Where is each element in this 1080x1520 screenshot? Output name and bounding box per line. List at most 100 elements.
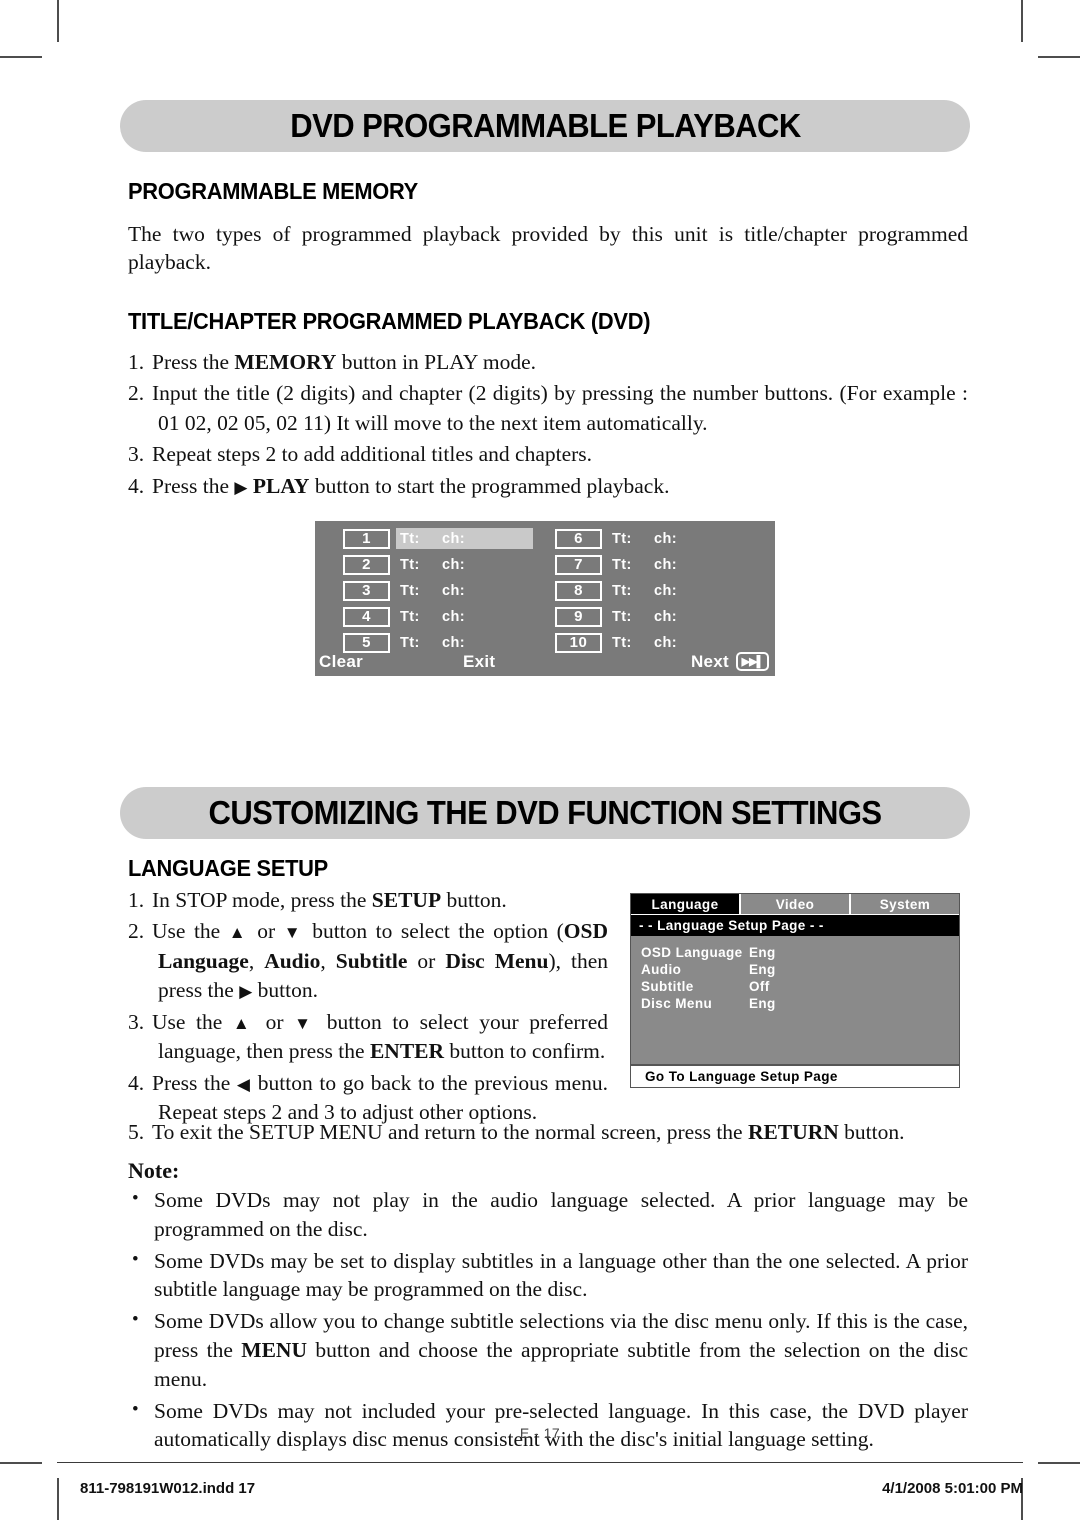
language-setup-osd: Language Video System - - Language Setup… bbox=[630, 893, 960, 1088]
program-column-left: 1 Tt: ch: 2 Tt: ch: 3 Tt: ch: 4 Tt: ch: … bbox=[315, 526, 545, 656]
chapter-field-label: ch: bbox=[442, 530, 465, 547]
program-slot-number: 2 bbox=[343, 554, 390, 575]
crop-mark-top-right-horizontal bbox=[1038, 56, 1080, 58]
step-item: 2. Input the title (2 digits) and chapter… bbox=[128, 379, 968, 438]
exit-button[interactable]: Exit bbox=[463, 652, 495, 672]
program-slot-number: 10 bbox=[555, 632, 602, 653]
setting-row-subtitle[interactable]: Subtitle Off bbox=[631, 978, 959, 995]
program-slot-fields: Tt: ch: bbox=[608, 606, 775, 627]
step5-list: 5. To exit the SETUP MENU and return to t… bbox=[128, 1118, 968, 1149]
program-row[interactable]: 4 Tt: ch: bbox=[315, 604, 545, 629]
title-field-label: Tt: bbox=[400, 556, 420, 573]
osd-tab-bar: Language Video System bbox=[631, 894, 959, 915]
skip-forward-icon[interactable]: ▶▶▌ bbox=[736, 652, 769, 671]
setting-value: Eng bbox=[749, 945, 776, 960]
footer-divider bbox=[57, 1462, 1023, 1463]
steps-list-title-chapter: 1. Press the MEMORY button in PLAY mode. … bbox=[128, 348, 968, 503]
step-number: 1. bbox=[128, 350, 145, 374]
note-item: Some DVDs may be set to display subtitle… bbox=[128, 1247, 968, 1305]
program-osd-footer: Clear Exit Next ▶▶▌ bbox=[315, 652, 775, 674]
tab-system[interactable]: System bbox=[851, 894, 959, 914]
program-slot-fields: Tt: ch: bbox=[396, 606, 545, 627]
title-field-label: Tt: bbox=[612, 608, 632, 625]
program-table-osd: 1 Tt: ch: 2 Tt: ch: 3 Tt: ch: 4 Tt: ch: … bbox=[315, 521, 775, 676]
program-row[interactable]: 8 Tt: ch: bbox=[545, 578, 775, 603]
program-slot-number: 8 bbox=[555, 580, 602, 601]
title-field-label: Tt: bbox=[400, 634, 420, 651]
program-row[interactable]: 6 Tt: ch: bbox=[545, 526, 775, 551]
heading-programmable-memory: PROGRAMMABLE MEMORY bbox=[128, 178, 418, 204]
step-text: To exit the SETUP MENU and return to the… bbox=[152, 1120, 905, 1144]
crop-mark-top-left-vertical bbox=[57, 0, 59, 42]
step-item: 5. To exit the SETUP MENU and return to t… bbox=[128, 1118, 968, 1147]
setting-label: Subtitle bbox=[641, 979, 694, 994]
osd-settings-body: OSD Language Eng Audio Eng Subtitle Off … bbox=[631, 936, 959, 1064]
next-button[interactable]: Next bbox=[691, 652, 729, 672]
title-field-label: Tt: bbox=[612, 634, 632, 651]
chapter-field-label: ch: bbox=[654, 556, 677, 573]
title-field-label: Tt: bbox=[612, 582, 632, 599]
setting-row-disc-menu[interactable]: Disc Menu Eng bbox=[631, 995, 959, 1012]
step-number: 3. bbox=[128, 1009, 145, 1034]
setting-value: Eng bbox=[749, 996, 776, 1011]
banner-title: DVD PROGRAMMABLE PLAYBACK bbox=[289, 107, 801, 144]
tab-language[interactable]: Language bbox=[631, 894, 741, 914]
step-number: 3. bbox=[128, 442, 145, 467]
step-item: 3. Use the ▲ or ▼ button to select your p… bbox=[128, 1008, 608, 1067]
print-footer: 811-798191W012.indd 17 4/1/2008 5:01:00 … bbox=[80, 1480, 1023, 1497]
step-item: 2. Use the ▲ or ▼ button to select the op… bbox=[128, 917, 608, 1005]
crop-mark-bottom-right-horizontal bbox=[1038, 1462, 1080, 1464]
notes-bullet-list: Some DVDs may not play in the audio lang… bbox=[128, 1186, 968, 1457]
program-slot-fields: Tt: ch: bbox=[608, 528, 775, 549]
program-slot-number: 9 bbox=[555, 606, 602, 627]
title-field-label: Tt: bbox=[400, 608, 420, 625]
paragraph-programmable-memory: The two types of programmed playback pro… bbox=[128, 222, 968, 275]
setting-row-audio[interactable]: Audio Eng bbox=[631, 961, 959, 978]
page-content: DVD PROGRAMMABLE PLAYBACK PROGRAMMABLE M… bbox=[120, 0, 970, 1520]
step-number: 5. bbox=[128, 1120, 145, 1144]
step-text: Repeat steps 2 to add additional titles … bbox=[152, 442, 593, 467]
chapter-field-label: ch: bbox=[654, 582, 677, 599]
page-number: E - 17 bbox=[519, 1425, 561, 1441]
chapter-field-label: ch: bbox=[442, 634, 465, 651]
setting-value: Eng bbox=[749, 962, 776, 977]
program-column-right: 6 Tt: ch: 7 Tt: ch: 8 Tt: ch: 9 Tt: ch: … bbox=[545, 526, 775, 656]
crop-mark-bottom-left-vertical bbox=[57, 1478, 59, 1520]
program-row[interactable]: 3 Tt: ch: bbox=[315, 578, 545, 603]
tab-video[interactable]: Video bbox=[741, 894, 851, 914]
chapter-field-label: ch: bbox=[442, 556, 465, 573]
clear-button[interactable]: Clear bbox=[319, 652, 363, 672]
setting-row-osd-language[interactable]: OSD Language Eng bbox=[631, 944, 959, 961]
program-slot-fields: Tt: ch: bbox=[608, 632, 775, 653]
heading-language-setup: LANGUAGE SETUP bbox=[128, 855, 328, 881]
steps-list-language-setup: 1. In STOP mode, press the SETUP button. … bbox=[128, 886, 608, 1130]
chapter-field-label: ch: bbox=[654, 530, 677, 547]
step-text: In STOP mode, press the SETUP button. bbox=[152, 888, 507, 912]
section-banner-customizing-dvd-function-settings: CUSTOMIZING THE DVD FUNCTION SETTINGS bbox=[120, 787, 970, 839]
program-row[interactable]: 7 Tt: ch: bbox=[545, 552, 775, 577]
step-text: Press the MEMORY button in PLAY mode. bbox=[152, 350, 537, 374]
title-field-label: Tt: bbox=[400, 530, 420, 547]
print-timestamp: 4/1/2008 5:01:00 PM bbox=[882, 1480, 1023, 1497]
program-row[interactable]: 9 Tt: ch: bbox=[545, 604, 775, 629]
program-slot-number: 1 bbox=[343, 528, 390, 549]
step-text: Press the ◀ button to go back to the pre… bbox=[152, 1070, 608, 1125]
chapter-field-label: ch: bbox=[654, 634, 677, 651]
crop-mark-bottom-left-horizontal bbox=[0, 1462, 42, 1464]
program-slot-number: 7 bbox=[555, 554, 602, 575]
step-number: 1. bbox=[128, 888, 145, 912]
setting-label: Disc Menu bbox=[641, 996, 713, 1011]
osd-page-title: - - Language Setup Page - - bbox=[631, 915, 959, 936]
source-file-name: 811-798191W012.indd 17 bbox=[80, 1480, 256, 1497]
chapter-field-label: ch: bbox=[442, 608, 465, 625]
program-slot-number: 5 bbox=[343, 632, 390, 653]
crop-mark-top-left-horizontal bbox=[0, 56, 42, 58]
program-row[interactable]: 2 Tt: ch: bbox=[315, 552, 545, 577]
step-item: 3. Repeat steps 2 to add additional title… bbox=[128, 440, 968, 469]
setting-label: Audio bbox=[641, 962, 682, 977]
chapter-field-label: ch: bbox=[442, 582, 465, 599]
program-slot-number: 6 bbox=[555, 528, 602, 549]
title-field-label: Tt: bbox=[612, 530, 632, 547]
crop-mark-top-right-vertical bbox=[1021, 0, 1023, 42]
program-row[interactable]: 1 Tt: ch: bbox=[315, 526, 545, 551]
